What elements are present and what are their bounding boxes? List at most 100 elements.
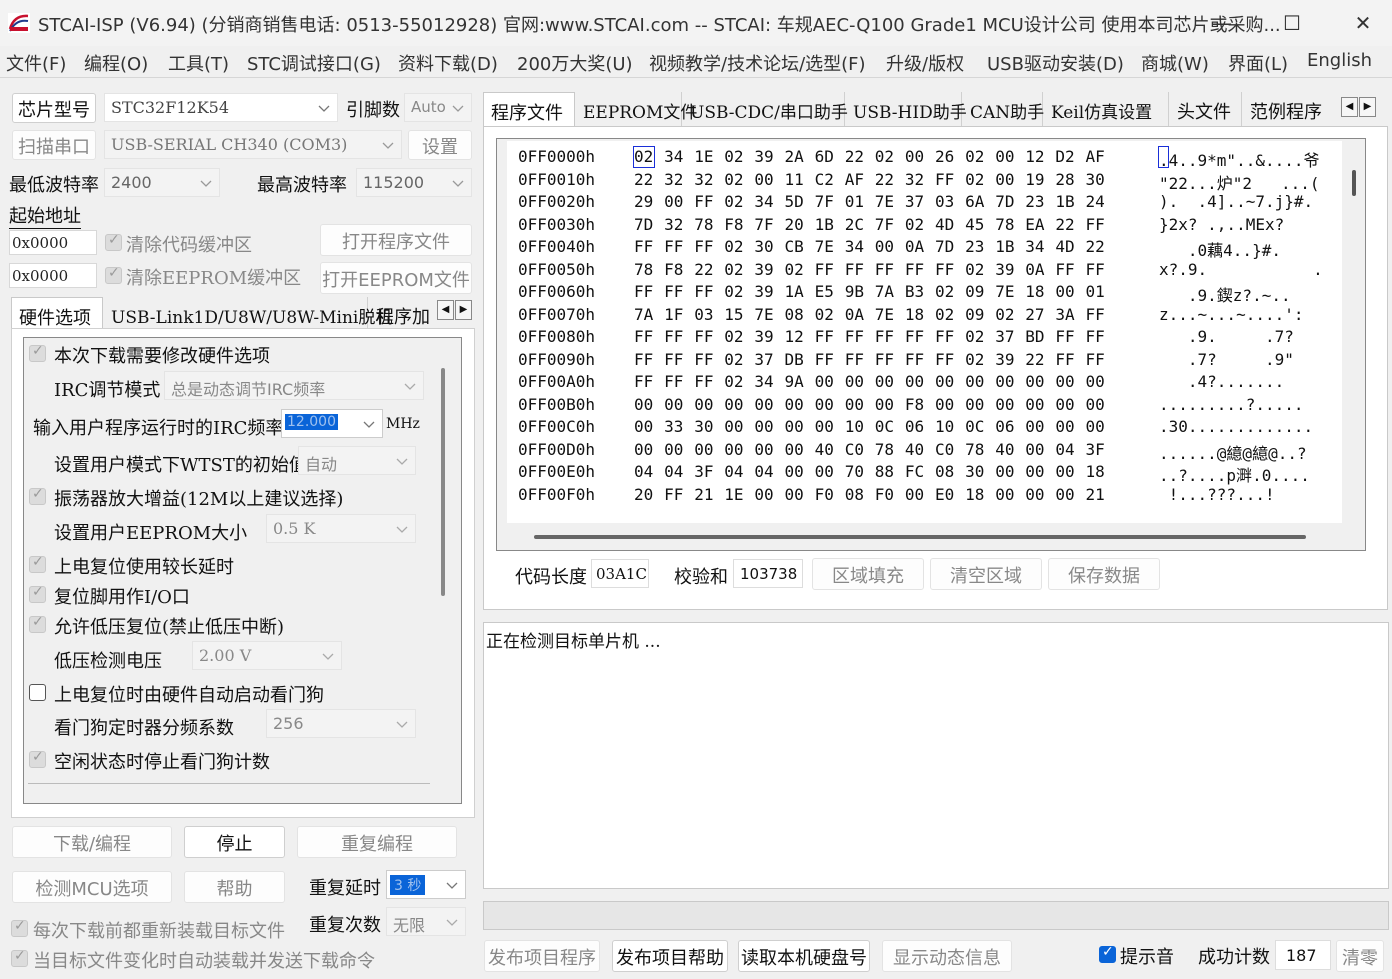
hex-byte[interactable]: FF	[815, 327, 834, 346]
hex-byte[interactable]: 30	[965, 462, 984, 481]
hex-byte[interactable]: 10	[845, 417, 864, 436]
hex-byte[interactable]: E5	[815, 282, 834, 301]
hex-byte[interactable]: FF	[664, 327, 683, 346]
hex-byte[interactable]: D2	[1055, 147, 1074, 166]
hex-byte[interactable]: AF	[1086, 147, 1105, 166]
hex-byte[interactable]: 02	[965, 327, 984, 346]
hex-byte[interactable]: 02	[724, 372, 743, 391]
hex-byte[interactable]: DB	[785, 350, 804, 369]
hex-byte[interactable]: 00	[995, 462, 1014, 481]
hex-byte[interactable]: 20	[634, 485, 653, 504]
save-data-button[interactable]: 保存数据	[1048, 558, 1160, 590]
hex-byte[interactable]: 2C	[845, 215, 864, 234]
hex-byte[interactable]: 78	[694, 215, 713, 234]
hex-byte[interactable]: FF	[664, 485, 683, 504]
hex-byte[interactable]: 39	[995, 260, 1014, 279]
hex-byte[interactable]: 23	[965, 237, 984, 256]
menu-english[interactable]: English	[1307, 50, 1372, 71]
hex-byte[interactable]: FC	[905, 462, 924, 481]
tab-eeprom-file[interactable]: EEPROM文件	[576, 92, 697, 126]
hex-byte[interactable]: FF	[694, 282, 713, 301]
hex-byte[interactable]: 7F	[754, 215, 773, 234]
hex-byte[interactable]: 00	[754, 485, 773, 504]
hex-byte[interactable]: 9B	[845, 282, 864, 301]
hex-byte[interactable]: 00	[815, 372, 834, 391]
osc-gain-checkbox[interactable]	[29, 486, 46, 505]
hex-byte[interactable]: 00	[995, 395, 1014, 414]
reload-before-download-checkbox[interactable]	[11, 918, 28, 937]
hex-byte[interactable]: 02	[724, 350, 743, 369]
hex-byte[interactable]: 00	[1025, 440, 1044, 459]
code-start-address-input[interactable]	[9, 230, 97, 255]
hex-byte[interactable]: C0	[845, 440, 864, 459]
hex-byte[interactable]: 3F	[1086, 440, 1105, 459]
hex-byte[interactable]: 00	[754, 170, 773, 189]
hex-byte[interactable]: 4D	[1055, 237, 1074, 256]
hex-byte[interactable]: 00	[694, 395, 713, 414]
hex-byte[interactable]: 21	[694, 485, 713, 504]
hex-byte[interactable]: FF	[694, 327, 713, 346]
tab-scroll-right-icon[interactable]: ▶	[1359, 97, 1376, 117]
hex-byte[interactable]: 4D	[935, 215, 954, 234]
hex-byte[interactable]: 1B	[815, 215, 834, 234]
hex-byte[interactable]: 00	[1055, 282, 1074, 301]
hex-byte[interactable]: 34	[845, 237, 864, 256]
hex-byte[interactable]: 02	[724, 260, 743, 279]
stop-button[interactable]: 停止	[184, 826, 285, 858]
hex-byte[interactable]: 18	[1086, 462, 1105, 481]
hex-byte[interactable]: FF	[664, 282, 683, 301]
hex-byte[interactable]: AF	[845, 170, 864, 189]
hex-byte[interactable]: 00	[995, 170, 1014, 189]
hex-byte[interactable]: 00	[785, 440, 804, 459]
tab-scroll-right-icon[interactable]: ▶	[455, 300, 472, 320]
hex-byte[interactable]: 28	[1055, 170, 1074, 189]
hex-byte[interactable]: 00	[1086, 395, 1105, 414]
hex-byte[interactable]: 1B	[995, 237, 1014, 256]
hex-byte[interactable]: FF	[634, 350, 653, 369]
hex-byte[interactable]: 0C	[965, 417, 984, 436]
hex-byte[interactable]: 78	[965, 440, 984, 459]
hex-byte[interactable]: FF	[905, 350, 924, 369]
hex-byte[interactable]: 20	[785, 215, 804, 234]
reset-io-checkbox[interactable]	[29, 584, 46, 603]
port-select[interactable]: USB-SERIAL CH340 (COM3)	[104, 130, 402, 159]
hex-byte[interactable]: 00	[845, 395, 864, 414]
hex-byte[interactable]: 32	[905, 170, 924, 189]
hex-byte[interactable]: F0	[815, 485, 834, 504]
hex-byte[interactable]: FF	[1055, 350, 1074, 369]
hex-byte[interactable]: 00	[815, 395, 834, 414]
idle-wdt-stop-checkbox[interactable]	[29, 749, 46, 768]
hex-byte[interactable]: 08	[935, 462, 954, 481]
hex-byte[interactable]: 04	[634, 462, 653, 481]
modify-hw-options-checkbox[interactable]	[29, 343, 46, 362]
hex-byte[interactable]: 0A	[845, 305, 864, 324]
hex-byte[interactable]: FF	[694, 237, 713, 256]
hex-byte[interactable]: 02	[724, 170, 743, 189]
hex-byte[interactable]: FF	[634, 282, 653, 301]
hex-byte[interactable]: 7F	[875, 215, 894, 234]
hex-byte[interactable]: 39	[995, 350, 1014, 369]
hex-byte[interactable]: 02	[905, 215, 924, 234]
hex-byte[interactable]: 1E	[694, 147, 713, 166]
hex-byte[interactable]: FF	[1086, 327, 1105, 346]
hex-byte[interactable]: F8	[905, 395, 924, 414]
close-button[interactable]: ✕	[1343, 10, 1383, 36]
read-disk-id-button[interactable]: 读取本机硬盘号	[738, 940, 870, 972]
hex-byte[interactable]: 08	[785, 305, 804, 324]
hex-byte[interactable]: 1B	[1055, 192, 1074, 211]
hex-byte[interactable]: 22	[1086, 237, 1105, 256]
hex-byte[interactable]: 6A	[965, 192, 984, 211]
hex-byte[interactable]: 00	[815, 462, 834, 481]
hex-byte[interactable]: 7D	[634, 215, 653, 234]
pins-select[interactable]: Auto	[404, 93, 472, 122]
hex-byte[interactable]: 00	[1025, 462, 1044, 481]
hex-byte[interactable]: 02	[965, 170, 984, 189]
hex-byte[interactable]: 30	[694, 417, 713, 436]
min-baud-select[interactable]: 2400	[104, 168, 220, 197]
hex-byte[interactable]: 00	[965, 395, 984, 414]
hex-byte[interactable]: 00	[875, 395, 894, 414]
hex-byte[interactable]: 6D	[815, 147, 834, 166]
reprogram-button[interactable]: 重复编程	[297, 826, 457, 858]
hex-byte[interactable]: 00	[935, 395, 954, 414]
tab-can[interactable]: CAN助手	[963, 92, 1044, 126]
